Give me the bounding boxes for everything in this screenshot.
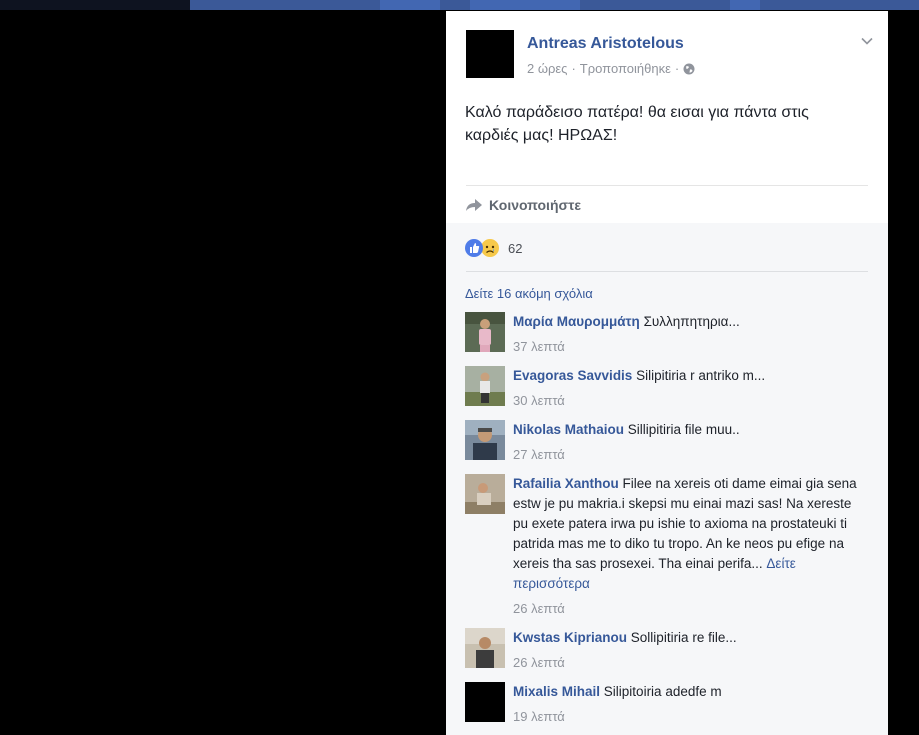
comment-text: Silipitoiria adedfe m — [603, 684, 722, 699]
comment-text: Συλληπητηρια... — [643, 314, 740, 329]
post-header: Antreas Aristotelous 2 ώρες · Τροποποιήθ… — [466, 30, 873, 82]
reactions-summary[interactable]: 62 — [465, 238, 522, 258]
chevron-down-icon[interactable] — [860, 34, 874, 48]
post-card: Antreas Aristotelous 2 ώρες · Τροποποιήθ… — [446, 11, 888, 735]
comment-time[interactable]: 26 λεπτά — [513, 653, 863, 673]
view-more-comments-link[interactable]: Δείτε 16 ακόμη σχόλια — [465, 286, 593, 301]
meta-separator: · — [571, 61, 576, 76]
top-nav-item[interactable] — [380, 0, 440, 10]
like-reaction-icon — [465, 239, 483, 257]
comment-body: Evagoras Savvidis Silipitiria r antriko … — [513, 366, 863, 411]
commenter-avatar[interactable] — [465, 366, 505, 406]
commenter-avatar[interactable] — [465, 628, 505, 668]
top-nav-bar — [0, 0, 919, 10]
author-name[interactable]: Antreas Aristotelous — [527, 35, 684, 53]
comment-time[interactable]: 26 λεπτά — [513, 599, 863, 619]
meta-separator: · — [674, 61, 680, 76]
share-icon — [466, 199, 482, 211]
divider — [466, 185, 868, 186]
comment-body: Mixalis Mihail Silipitoiria adedfe m 19 … — [513, 682, 863, 727]
globe-icon[interactable] — [683, 63, 695, 75]
commenter-name[interactable]: Rafailia Xanthou — [513, 476, 619, 491]
comment-body: Rafailia Xanthou Filee na xereis oti dam… — [513, 474, 863, 619]
divider — [466, 271, 868, 272]
comment-time[interactable]: 19 λεπτά — [513, 707, 863, 727]
comment-text: Silipitiria r antriko m... — [636, 368, 766, 383]
commenter-name[interactable]: Nikolas Mathaiou — [513, 422, 624, 437]
commenter-avatar[interactable] — [465, 682, 505, 722]
post-meta: 2 ώρες · Τροποποιήθηκε · — [527, 61, 695, 76]
commenter-name[interactable]: Mixalis Mihail — [513, 684, 600, 699]
commenter-avatar[interactable] — [465, 312, 505, 352]
comment-text: Sollipitiria re file... — [630, 630, 737, 645]
top-nav-item[interactable] — [730, 0, 760, 10]
post-time[interactable]: 2 ώρες — [527, 61, 567, 76]
author-avatar[interactable] — [466, 30, 514, 78]
share-button[interactable]: Κοινοποιήστε — [465, 197, 581, 213]
comment-time[interactable]: 30 λεπτά — [513, 391, 863, 411]
edited-label[interactable]: Τροποποιήθηκε — [580, 61, 671, 76]
comment-body: Μαρία Μαυρομμάτη Συλληπητηρια... 37 λεπτ… — [513, 312, 863, 357]
comment-text: Sillipitiria file muu.. — [627, 422, 740, 437]
comment-body: Nikolas Mathaiou Sillipitiria file muu..… — [513, 420, 863, 465]
commenter-name[interactable]: Μαρία Μαυρομμάτη — [513, 314, 640, 329]
sad-reaction-icon — [480, 238, 500, 258]
share-label: Κοινοποιήστε — [489, 197, 581, 213]
commenter-avatar[interactable] — [465, 420, 505, 460]
comment-time[interactable]: 37 λεπτά — [513, 337, 863, 357]
commenter-name[interactable]: Kwstas Kiprianou — [513, 630, 627, 645]
commenter-avatar[interactable] — [465, 474, 505, 514]
top-nav-item[interactable] — [470, 0, 580, 10]
comment-body: Kwstas Kiprianou Sollipitiria re file...… — [513, 628, 863, 673]
top-nav-left — [0, 0, 190, 10]
feedback-section: 62 Δείτε 16 ακόμη σχόλια Μαρία Μαυρομμάτ… — [446, 223, 888, 735]
comment-time[interactable]: 27 λεπτά — [513, 445, 863, 465]
commenter-name[interactable]: Evagoras Savvidis — [513, 368, 632, 383]
post-text: Καλό παράδεισο πατέρα! θα εισαι για πάντ… — [465, 104, 809, 144]
reaction-count: 62 — [508, 240, 523, 256]
